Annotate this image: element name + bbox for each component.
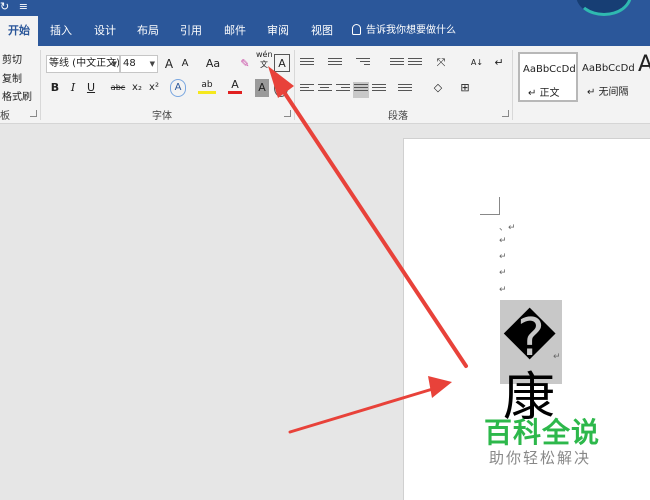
arrow-to-character (288, 376, 452, 434)
annotation-arrows (268, 66, 468, 434)
arrow-to-phonetic-guide (268, 66, 468, 368)
